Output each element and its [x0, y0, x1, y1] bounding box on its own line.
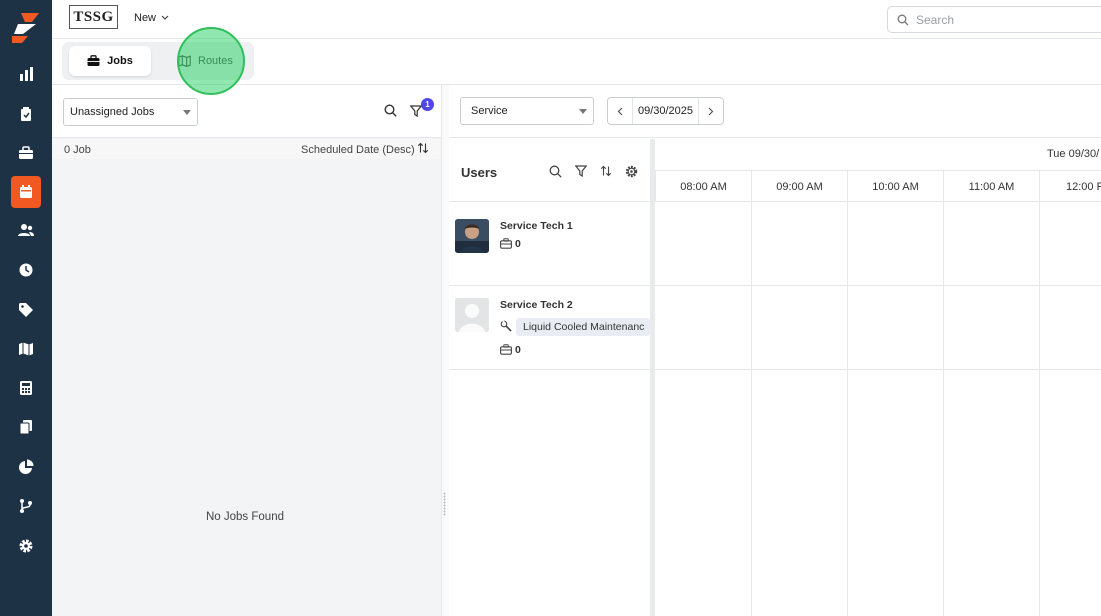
app-logo[interactable] — [12, 13, 40, 43]
tab-routes[interactable]: Routes — [166, 46, 245, 76]
company-logo-text: TSSG — [73, 8, 114, 25]
workflow-icon[interactable] — [14, 494, 38, 518]
chevron-down-icon — [161, 15, 169, 20]
dropdown-caret-icon — [579, 108, 587, 114]
calculator-icon[interactable] — [14, 376, 38, 400]
filter-icon — [410, 105, 422, 117]
date-navigator: 09/30/2025 — [607, 97, 724, 125]
new-button-label: New — [134, 12, 157, 24]
grid-line — [847, 202, 848, 616]
search-icon — [549, 165, 562, 178]
filter-count-badge: 1 — [421, 98, 434, 111]
time-slot-header: 08:00 AM — [655, 171, 751, 202]
users-settings-button[interactable] — [625, 165, 639, 179]
search-icon — [897, 14, 909, 25]
dashboard-icon[interactable] — [14, 62, 38, 86]
filter-icon — [575, 165, 587, 177]
row-divider — [449, 369, 1101, 370]
day-label: Tue 09/30/ — [1047, 148, 1100, 160]
grid-line — [943, 202, 944, 616]
avatar[interactable] — [455, 298, 489, 332]
column-divider — [650, 139, 655, 616]
next-day-button[interactable] — [699, 98, 723, 124]
job-count: 0 Job — [64, 144, 91, 156]
time-slot-header: 11:00 AM — [943, 171, 1039, 202]
jobs-filter-value: Unassigned Jobs — [70, 106, 155, 118]
search-icon — [384, 104, 397, 117]
jobs-icon[interactable] — [14, 102, 38, 126]
view-type-select[interactable]: Service — [460, 97, 594, 125]
customers-icon[interactable] — [14, 218, 38, 242]
clock-icon[interactable] — [14, 258, 38, 282]
job-count-briefcase-icon — [500, 344, 512, 355]
top-bar: TSSG New — [52, 0, 1101, 39]
avatar[interactable] — [455, 219, 489, 253]
briefcase-icon[interactable] — [14, 141, 38, 165]
divider — [449, 201, 1101, 202]
search-input[interactable] — [916, 12, 1096, 27]
chevron-left-icon — [617, 107, 623, 115]
sort-arrows-icon — [600, 165, 612, 177]
grid-line — [1039, 202, 1040, 616]
empty-jobs-message: No Jobs Found — [206, 511, 284, 523]
user-name[interactable]: Service Tech 1 — [500, 220, 573, 232]
users-sort-button[interactable] — [600, 165, 614, 179]
settings-icon[interactable] — [14, 534, 38, 558]
tab-jobs-label: Jobs — [107, 55, 133, 67]
map-icon — [178, 55, 191, 67]
view-tabs: Jobs Routes — [62, 42, 254, 80]
sort-arrows-icon — [417, 142, 429, 154]
row-divider — [449, 285, 1101, 286]
gear-icon — [625, 165, 638, 178]
company-logo[interactable]: TSSG — [69, 5, 118, 29]
jobs-filter-button[interactable] — [410, 105, 422, 117]
reports-icon[interactable] — [14, 455, 38, 479]
sort-label[interactable]: Scheduled Date (Desc) — [301, 144, 415, 156]
panel-splitter[interactable] — [441, 85, 449, 616]
schedule-icon[interactable] — [11, 176, 41, 208]
jobs-search-button[interactable] — [384, 104, 397, 117]
view-type-value: Service — [471, 105, 508, 117]
jobs-panel — [52, 85, 441, 616]
user-job-count: 0 — [515, 238, 521, 250]
users-search-button[interactable] — [549, 165, 563, 179]
tab-routes-label: Routes — [198, 55, 233, 67]
time-slot-header: 10:00 AM — [847, 171, 943, 202]
users-title: Users — [461, 165, 498, 180]
job-count-briefcase-icon — [500, 238, 512, 249]
users-filter-button[interactable] — [575, 165, 589, 179]
sort-toggle-button[interactable] — [417, 142, 429, 154]
user-job-count: 0 — [515, 344, 521, 356]
grid-line — [751, 202, 752, 616]
tag-icon[interactable] — [14, 298, 38, 322]
chevron-right-icon — [708, 107, 714, 115]
current-date[interactable]: 09/30/2025 — [632, 98, 699, 124]
time-slot-header: 12:00 P — [1039, 171, 1101, 202]
dropdown-caret-icon — [183, 109, 191, 115]
briefcase-icon — [87, 55, 100, 66]
search-box[interactable] — [887, 6, 1101, 33]
jobs-filter-select[interactable]: Unassigned Jobs — [63, 98, 198, 126]
user-name[interactable]: Service Tech 2 — [500, 299, 573, 311]
tab-jobs[interactable]: Jobs — [69, 46, 151, 76]
resize-grip-icon[interactable] — [443, 492, 446, 516]
documents-icon[interactable] — [14, 415, 38, 439]
new-button[interactable]: New — [134, 12, 169, 24]
users-column — [449, 139, 650, 616]
prev-day-button[interactable] — [608, 98, 632, 124]
time-slot-header: 09:00 AM — [751, 171, 847, 202]
skill-chip: Liquid Cooled Maintenanc — [516, 318, 650, 336]
wrench-icon — [500, 320, 512, 332]
map-icon[interactable] — [14, 337, 38, 361]
